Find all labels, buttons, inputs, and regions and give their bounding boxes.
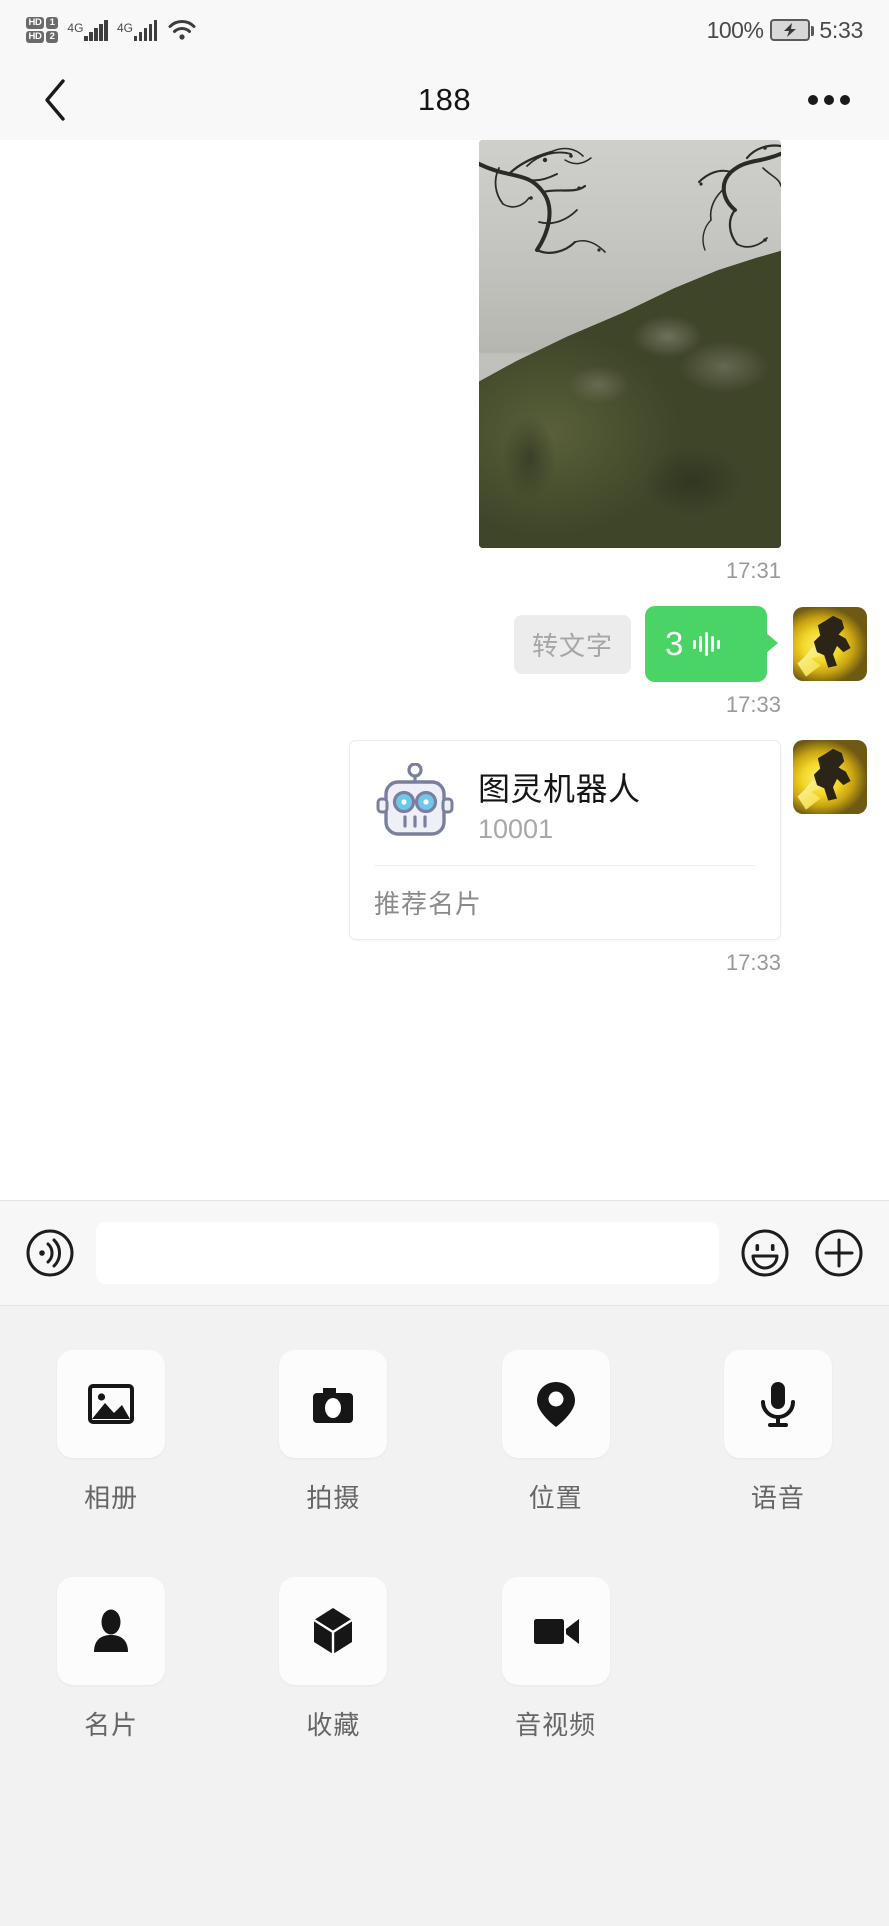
hd-indicator-1: HD 1: [26, 16, 59, 29]
battery-charging-icon: [770, 19, 815, 41]
contact-card-subtitle: 10001: [478, 813, 554, 844]
signal-indicator-sim2: 4G: [117, 19, 158, 41]
attachment-label: 名片: [84, 1710, 139, 1740]
favorites-cube-icon: [279, 1577, 388, 1685]
attachment-label: 收藏: [306, 1710, 361, 1740]
avatar[interactable]: [793, 740, 867, 814]
message-row-voice: 转文字 3: [0, 606, 889, 682]
status-bar-clock: 5:33: [819, 16, 863, 43]
battery-percent-label: 100%: [706, 16, 764, 43]
voice-duration-label: 3: [665, 625, 684, 662]
attachment-contact-card[interactable]: 名片: [0, 1577, 222, 1742]
attachment-location[interactable]: 位置: [445, 1350, 667, 1515]
voice-message-bubble[interactable]: 3: [645, 606, 778, 682]
hd-number-2: 2: [46, 31, 59, 44]
hero-silhouette: [813, 748, 851, 801]
signal-bars-icon-2: [133, 19, 158, 41]
network-type-label-1: 4G: [67, 21, 84, 35]
hero-silhouette: [813, 615, 851, 668]
hd-label-2: HD: [26, 31, 45, 44]
signal-indicator-sim1: 4G: [67, 19, 108, 41]
attachment-label: 音视频: [515, 1710, 597, 1740]
more-horizontal-icon: [840, 95, 850, 105]
hd-indicators: HD 1 HD 2: [26, 16, 59, 44]
attachment-panel: 相册 拍摄 位置 语音 名片 收藏 音视频: [0, 1306, 889, 1926]
more-horizontal-icon: [824, 95, 834, 105]
attachment-row-2: 名片 收藏 音视频: [0, 1577, 889, 1742]
voice-record-icon[interactable]: [22, 1225, 78, 1281]
wifi-icon: [167, 18, 197, 42]
avatar[interactable]: [793, 607, 867, 681]
page-title: 188: [417, 82, 472, 117]
contact-card-footer: 推荐名片: [374, 889, 483, 919]
photo-content: [479, 140, 781, 548]
attachment-camera[interactable]: 拍摄: [222, 1350, 444, 1515]
camera-icon: [279, 1350, 388, 1458]
attachment-favorites[interactable]: 收藏: [222, 1577, 444, 1742]
video-camera-icon: [501, 1577, 610, 1685]
back-button[interactable]: [32, 77, 78, 123]
sound-wave-icon: [693, 631, 721, 657]
photo-album-icon: [57, 1350, 166, 1458]
more-options-button[interactable]: [801, 77, 857, 123]
transcribe-button[interactable]: 转文字: [513, 614, 631, 674]
attachment-label: 语音: [750, 1483, 805, 1513]
message-timestamp: 17:33: [725, 950, 781, 975]
contact-card-names: 图灵机器人 10001: [478, 764, 641, 845]
hd-number-1: 1: [46, 16, 59, 29]
attachment-label: 相册: [84, 1483, 139, 1513]
plus-circle-icon[interactable]: [811, 1225, 867, 1281]
message-input-bar: [0, 1200, 889, 1306]
attachment-audio-video[interactable]: 音视频: [445, 1577, 667, 1742]
smiley-face-icon[interactable]: [737, 1225, 793, 1281]
network-type-label-2: 4G: [116, 21, 133, 35]
status-bar: HD 1 HD 2 4G 4G 100% 5:33: [0, 0, 889, 60]
contact-card-title: 图灵机器人: [478, 770, 641, 807]
robot-avatar-icon: [374, 762, 456, 845]
contact-card-header: 图灵机器人 10001: [374, 762, 756, 845]
message-list[interactable]: 17:31 转文字 3 17:33 图灵机器人 10001 推荐名片 17:33: [0, 140, 889, 1200]
hd-label-1: HD: [26, 16, 45, 29]
message-timestamp: 17:31: [725, 558, 781, 583]
status-bar-left: HD 1 HD 2 4G 4G: [26, 16, 197, 44]
signal-bars-icon-1: [84, 19, 108, 41]
contact-card-bubble[interactable]: 图灵机器人 10001 推荐名片: [349, 740, 781, 940]
attachment-voice[interactable]: 语音: [667, 1350, 889, 1515]
more-horizontal-icon: [808, 95, 818, 105]
image-message-bubble[interactable]: [479, 140, 781, 548]
microphone-icon: [723, 1350, 832, 1458]
attachment-album[interactable]: 相册: [0, 1350, 222, 1515]
message-timestamp: 17:33: [725, 692, 781, 717]
status-bar-right: 100% 5:33: [706, 16, 864, 44]
message-row-image: [0, 140, 889, 548]
location-pin-icon: [501, 1350, 610, 1458]
attachment-row-1: 相册 拍摄 位置 语音: [0, 1350, 889, 1515]
attachment-label: 位置: [528, 1483, 583, 1513]
message-text-input[interactable]: [96, 1222, 719, 1284]
hd-indicator-2: HD 2: [26, 31, 59, 44]
chat-screen: HD 1 HD 2 4G 4G 100% 5:33 188 17:31 转文字 …: [0, 0, 889, 1926]
message-row-contact-card: 图灵机器人 10001 推荐名片: [0, 740, 889, 940]
nav-bar: 188: [0, 60, 889, 140]
contact-person-icon: [57, 1577, 166, 1685]
attachment-label: 拍摄: [306, 1483, 361, 1513]
